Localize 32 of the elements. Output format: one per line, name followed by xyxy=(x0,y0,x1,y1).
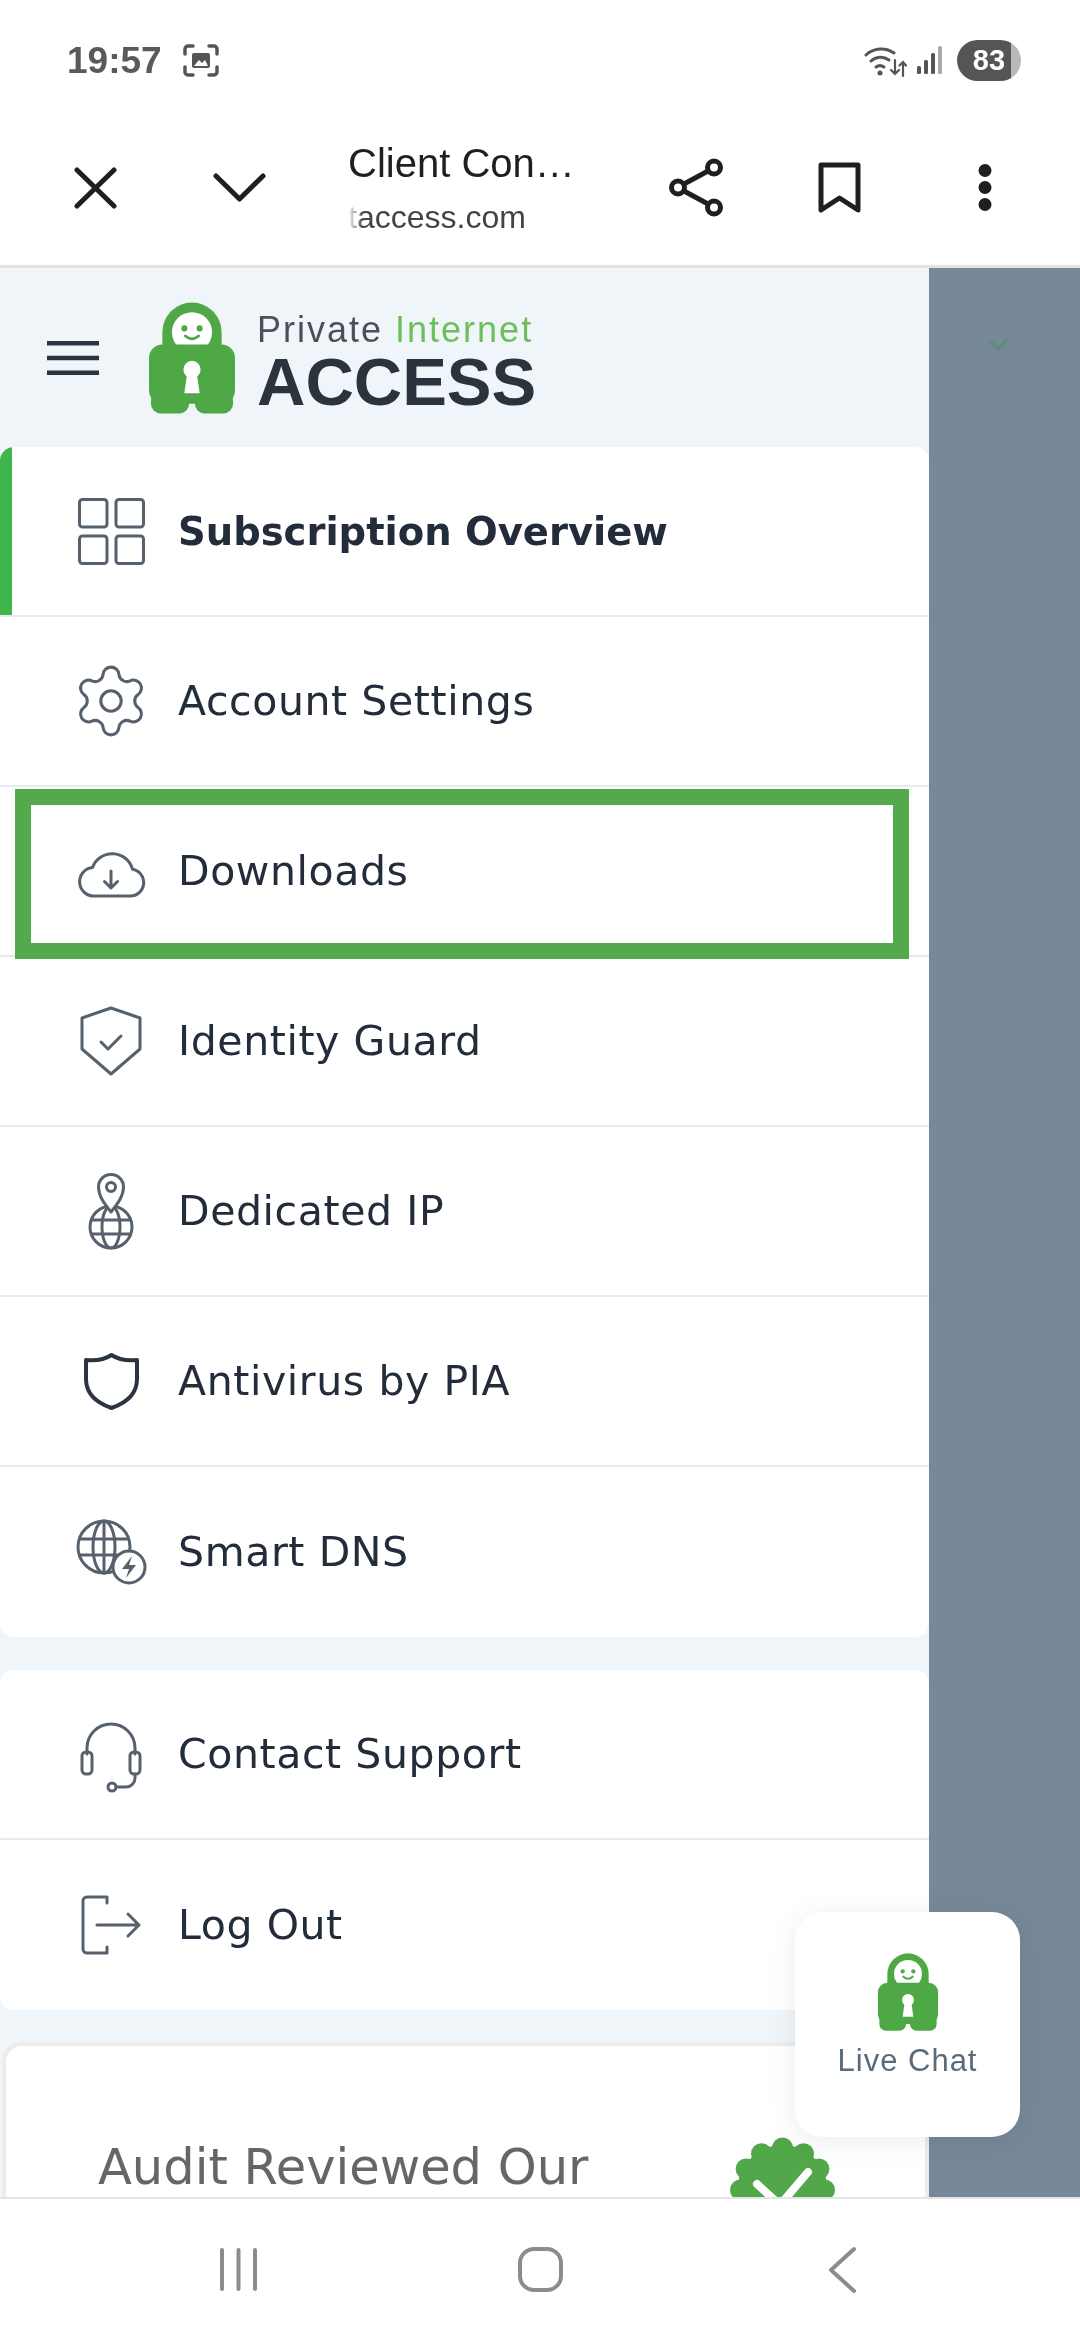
shield-icon xyxy=(81,1351,141,1411)
logout-icon xyxy=(79,1893,143,1957)
home-icon[interactable] xyxy=(516,2246,564,2293)
recent-apps-icon[interactable] xyxy=(217,2247,259,2292)
shield-check-icon xyxy=(79,1005,143,1077)
grid-icon xyxy=(77,497,145,565)
battery-indicator: 83 xyxy=(957,39,1021,81)
menu-item[interactable]: Smart DNS xyxy=(0,1467,929,1637)
menu-item[interactable]: Subscription Overview xyxy=(0,447,929,617)
logo-accent-text: Internet xyxy=(395,310,534,349)
page-url: taccess.com xyxy=(348,197,526,236)
padlock-logo-icon xyxy=(877,1953,938,2031)
menu-icon[interactable] xyxy=(47,340,99,375)
logo-wordmark: ACCESS xyxy=(257,348,537,415)
signal-icon xyxy=(917,46,943,74)
audit-heading: Audit Reviewed Our xyxy=(98,2139,589,2195)
menu-item[interactable]: Dedicated IP xyxy=(0,1127,929,1297)
back-icon[interactable] xyxy=(827,2245,857,2294)
share-icon[interactable] xyxy=(669,158,723,217)
menu-item[interactable]: Downloads xyxy=(0,787,929,957)
padlock-logo-icon xyxy=(149,301,235,414)
screenshot-icon xyxy=(182,43,219,77)
page-title: Client Con… xyxy=(348,139,575,186)
live-chat-popup[interactable]: Live Chat xyxy=(795,1912,1020,2137)
logo-text: Private xyxy=(257,310,384,349)
close-icon[interactable] xyxy=(74,166,117,209)
bookmark-icon[interactable] xyxy=(818,162,861,213)
globe-bolt-icon xyxy=(75,1519,147,1585)
more-options-icon[interactable] xyxy=(978,164,992,211)
chevron-down-icon[interactable] xyxy=(213,173,266,202)
status-time: 19:57 xyxy=(67,41,162,79)
chevron-down-icon xyxy=(988,339,1008,351)
